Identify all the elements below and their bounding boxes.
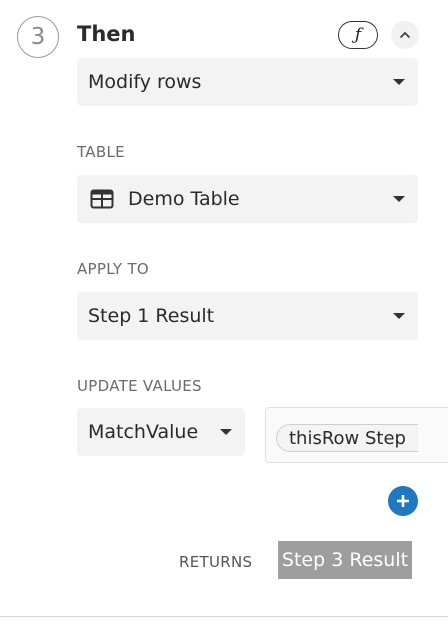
chevron-down-icon: [220, 429, 232, 435]
table-select-value: Demo Table: [128, 188, 240, 210]
collapse-button[interactable]: [391, 21, 419, 49]
table-select[interactable]: Demo Table: [77, 175, 418, 223]
formula-button[interactable]: ƒ: [338, 21, 378, 49]
returns-value-badge: Step 3 Result: [278, 541, 412, 579]
formula-icon: ƒ: [354, 25, 362, 45]
action-select-value: Modify rows: [88, 71, 202, 93]
apply-to-select-value: Step 1 Result: [88, 305, 215, 327]
table-icon: [90, 189, 114, 209]
column-select[interactable]: MatchValue: [77, 408, 245, 456]
step-number-badge: 3: [17, 16, 59, 58]
formula-token[interactable]: thisRow Step: [276, 424, 418, 452]
action-select[interactable]: Modify rows: [77, 58, 418, 106]
table-section-label: TABLE: [77, 143, 125, 161]
chevron-down-icon: [393, 79, 405, 85]
chevron-down-icon: [393, 313, 405, 319]
apply-to-select[interactable]: Step 1 Result: [77, 292, 418, 340]
update-values-section-label: UPDATE VALUES: [77, 377, 202, 395]
column-select-value: MatchValue: [88, 421, 199, 443]
plus-icon: [397, 495, 409, 507]
add-value-button[interactable]: [388, 486, 418, 516]
apply-to-section-label: APPLY TO: [77, 260, 150, 278]
divider: [0, 616, 448, 617]
chevron-up-icon: [399, 31, 411, 39]
step-title: Then: [77, 22, 136, 46]
returns-label: RETURNS: [179, 553, 253, 571]
value-formula-input[interactable]: thisRow Step: [265, 407, 448, 463]
chevron-down-icon: [393, 196, 405, 202]
